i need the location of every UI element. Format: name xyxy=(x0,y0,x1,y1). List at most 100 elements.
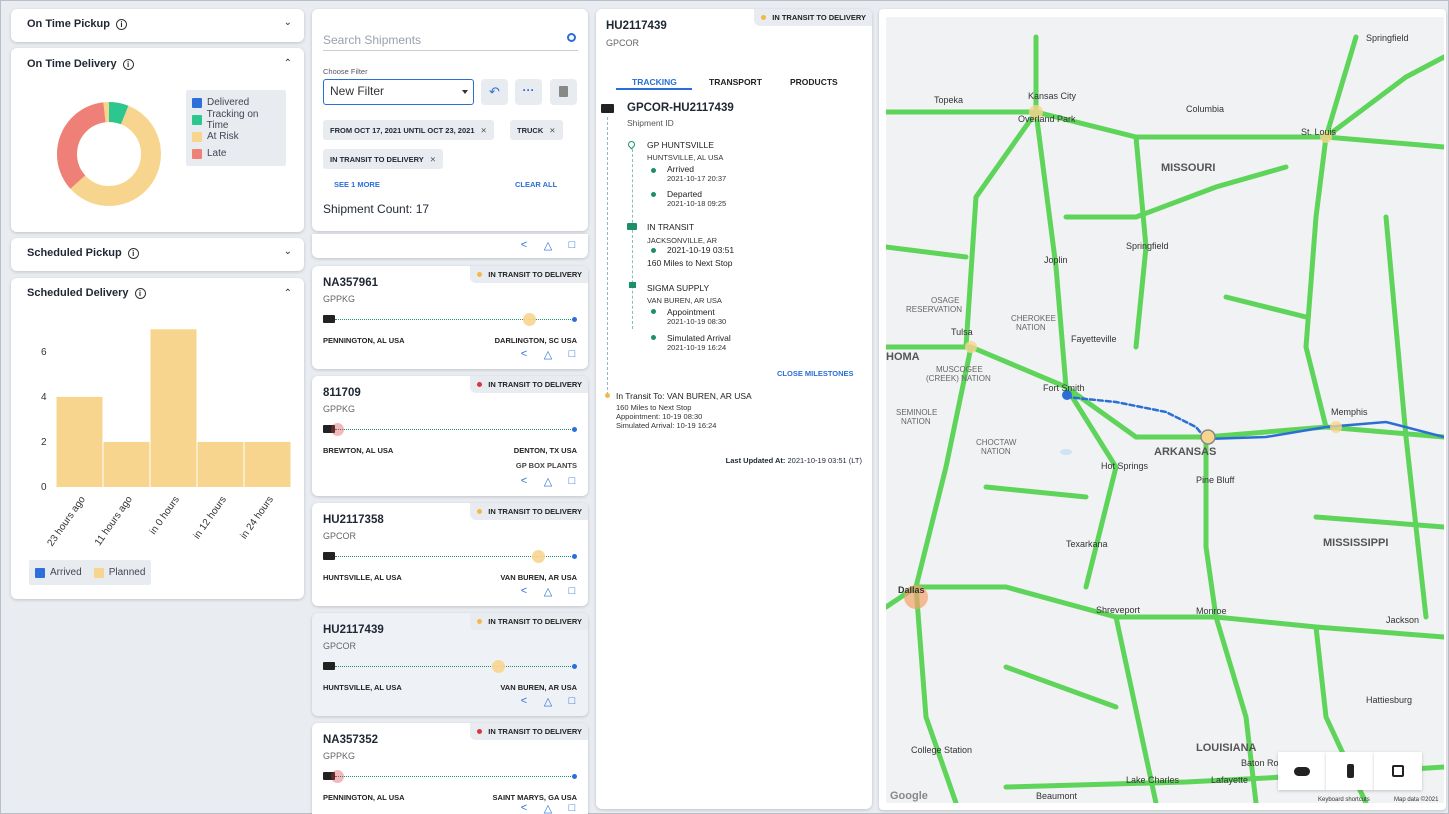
bell-icon[interactable]: △ xyxy=(542,695,554,708)
close-icon[interactable]: ✕ xyxy=(481,126,487,135)
share-icon[interactable]: < xyxy=(518,695,530,708)
scheduled-delivery-card: Scheduled Delivery i ⌃ 0 2 4 6 23 hours ago 1… xyxy=(11,278,304,599)
legend-label: At Risk xyxy=(207,131,239,142)
see-more-link[interactable]: SEE 1 MORE xyxy=(334,180,380,189)
bookmark-icon[interactable]: □ xyxy=(566,475,578,488)
on-time-pickup-card[interactable]: On Time Pickup i ⌄ xyxy=(11,9,304,42)
share-icon[interactable]: < xyxy=(518,239,530,252)
undo-button[interactable]: ↶ xyxy=(481,79,508,105)
filter-chip-status[interactable]: IN TRANSIT TO DELIVERY ✕ xyxy=(323,149,444,169)
filter-chip-date[interactable]: FROM OCT 17, 2021 UNTIL OCT 23, 2021 ✕ xyxy=(323,120,494,140)
share-icon[interactable]: < xyxy=(518,802,530,814)
shipment-card[interactable]: 811709 GPPKG IN TRANSIT TO DELIVERY BREWTON… xyxy=(312,376,588,496)
info-icon[interactable]: i xyxy=(115,18,127,30)
current-position-dot xyxy=(605,393,610,398)
more-options-button[interactable]: ··· xyxy=(515,79,542,105)
legend-item-tracking[interactable]: Tracking on Time xyxy=(192,108,280,131)
truck-icon xyxy=(601,104,614,113)
close-icon[interactable]: ✕ xyxy=(549,126,555,135)
legend-item-planned[interactable]: Planned xyxy=(93,564,145,581)
shipment-card[interactable]: NA357961 GPPKG IN TRANSIT TO DELIVERY PENNI… xyxy=(312,266,588,369)
scheduled-pickup-card[interactable]: Scheduled Pickup i ⌄ xyxy=(11,238,304,271)
legend-item-at-risk[interactable]: At Risk xyxy=(192,128,280,145)
share-icon[interactable]: < xyxy=(518,348,530,361)
scheduled-pickup-title: Scheduled Pickup xyxy=(27,247,122,259)
bookmark-icon[interactable]: □ xyxy=(566,239,578,252)
tab-tracking[interactable]: TRACKING xyxy=(632,77,677,87)
map-label: SEMINOLE xyxy=(896,408,937,417)
current-position-marker xyxy=(532,550,546,563)
bar-planned[interactable] xyxy=(103,441,150,487)
bar-planned[interactable] xyxy=(56,396,103,487)
delete-filter-button[interactable] xyxy=(550,79,577,105)
destination-location: DARLINGTON, SC USA xyxy=(494,336,577,345)
close-milestones-link[interactable]: CLOSE MILESTONES xyxy=(777,369,854,378)
detail-shipper: GPCOR xyxy=(606,38,640,48)
bell-icon[interactable]: △ xyxy=(542,475,554,488)
close-icon[interactable]: ✕ xyxy=(430,155,436,164)
map-label: Overland Park xyxy=(1018,114,1076,124)
shipment-card[interactable]: HU2117358 GPCOR IN TRANSIT TO DELIVERY HUNT… xyxy=(312,503,588,606)
chip-label: TRUCK xyxy=(517,126,544,135)
transit-dot xyxy=(651,248,656,253)
keyboard-shortcuts-link[interactable]: Keyboard shortcuts xyxy=(1318,797,1370,803)
shipment-id: HU2117439 xyxy=(323,624,384,636)
bar-planned[interactable] xyxy=(244,441,291,487)
chevron-up-icon[interactable]: ⌃ xyxy=(284,58,292,69)
bar-planned[interactable] xyxy=(150,329,197,487)
info-icon[interactable]: i xyxy=(127,247,139,259)
share-icon[interactable]: < xyxy=(518,475,530,488)
chevron-down-icon[interactable]: ⌄ xyxy=(284,246,292,257)
clear-all-link[interactable]: CLEAR ALL xyxy=(515,180,557,189)
traffic-light-icon xyxy=(1346,764,1354,778)
shipment-card[interactable]: HU2117439 GPCOR IN TRANSIT TO DELIVERY HUNT… xyxy=(312,613,588,716)
status-label: IN TRANSIT TO DELIVERY xyxy=(488,617,582,626)
search-input[interactable]: Search Shipments xyxy=(323,31,578,51)
filter-select-value: New Filter xyxy=(330,84,385,98)
google-logo[interactable]: Google xyxy=(890,790,928,802)
bar-planned[interactable] xyxy=(197,441,244,487)
share-icon[interactable]: < xyxy=(518,585,530,598)
bell-icon[interactable]: △ xyxy=(542,239,554,252)
legend-item-arrived[interactable]: Arrived xyxy=(35,564,82,581)
map-label: CHOCTAW xyxy=(976,438,1017,447)
weather-layer-button[interactable] xyxy=(1278,752,1326,790)
status-label: IN TRANSIT TO DELIVERY xyxy=(488,727,582,736)
appointment-label: Appointment xyxy=(667,307,715,317)
info-icon[interactable]: i xyxy=(122,58,134,70)
bookmark-icon[interactable]: □ xyxy=(566,695,578,708)
legend-label: Tracking on Time xyxy=(206,108,259,131)
bookmark-icon[interactable]: □ xyxy=(566,802,578,814)
progress-track xyxy=(323,770,577,783)
filter-select[interactable]: New Filter xyxy=(323,79,474,105)
cloud-icon xyxy=(1294,766,1310,776)
map[interactable]: Kansas City Overland Park Topeka Springf… xyxy=(886,17,1444,803)
current-location-marker[interactable] xyxy=(1200,429,1216,445)
legend-item-late[interactable]: Late xyxy=(192,145,280,162)
tab-products[interactable]: PRODUCTS xyxy=(790,77,838,87)
map-canvas[interactable]: Kansas City Overland Park Topeka Springf… xyxy=(886,17,1444,803)
bell-icon[interactable]: △ xyxy=(542,348,554,361)
map-label: MUSCOGEE xyxy=(936,365,983,374)
chevron-down-icon[interactable]: ⌄ xyxy=(284,17,292,28)
traffic-layer-button[interactable] xyxy=(1326,752,1374,790)
arrived-label: Arrived xyxy=(667,164,694,174)
bell-icon[interactable]: △ xyxy=(542,802,554,814)
filter-chip-truck[interactable]: TRUCK ✕ xyxy=(510,120,563,140)
search-icon[interactable] xyxy=(567,33,576,42)
shipment-id: NA357352 xyxy=(323,734,378,746)
bell-icon[interactable]: △ xyxy=(542,585,554,598)
shipment-id: NA357961 xyxy=(323,277,378,289)
info-icon[interactable]: i xyxy=(134,287,146,299)
map-label: Hattiesburg xyxy=(1366,695,1412,705)
map-label: Texarkana xyxy=(1066,539,1108,549)
bookmark-icon[interactable]: □ xyxy=(566,348,578,361)
progress-line xyxy=(335,776,573,777)
shipment-card[interactable]: NA357352 GPPKG IN TRANSIT TO DELIVERY PENNI… xyxy=(312,723,588,814)
tab-transport[interactable]: TRANSPORT xyxy=(709,77,762,87)
map-label: ARKANSAS xyxy=(1154,446,1216,458)
image-layer-button[interactable] xyxy=(1374,752,1422,790)
bookmark-icon[interactable]: □ xyxy=(566,585,578,598)
sim-arrival-dot xyxy=(651,335,656,340)
map-label: Joplin xyxy=(1044,255,1068,265)
